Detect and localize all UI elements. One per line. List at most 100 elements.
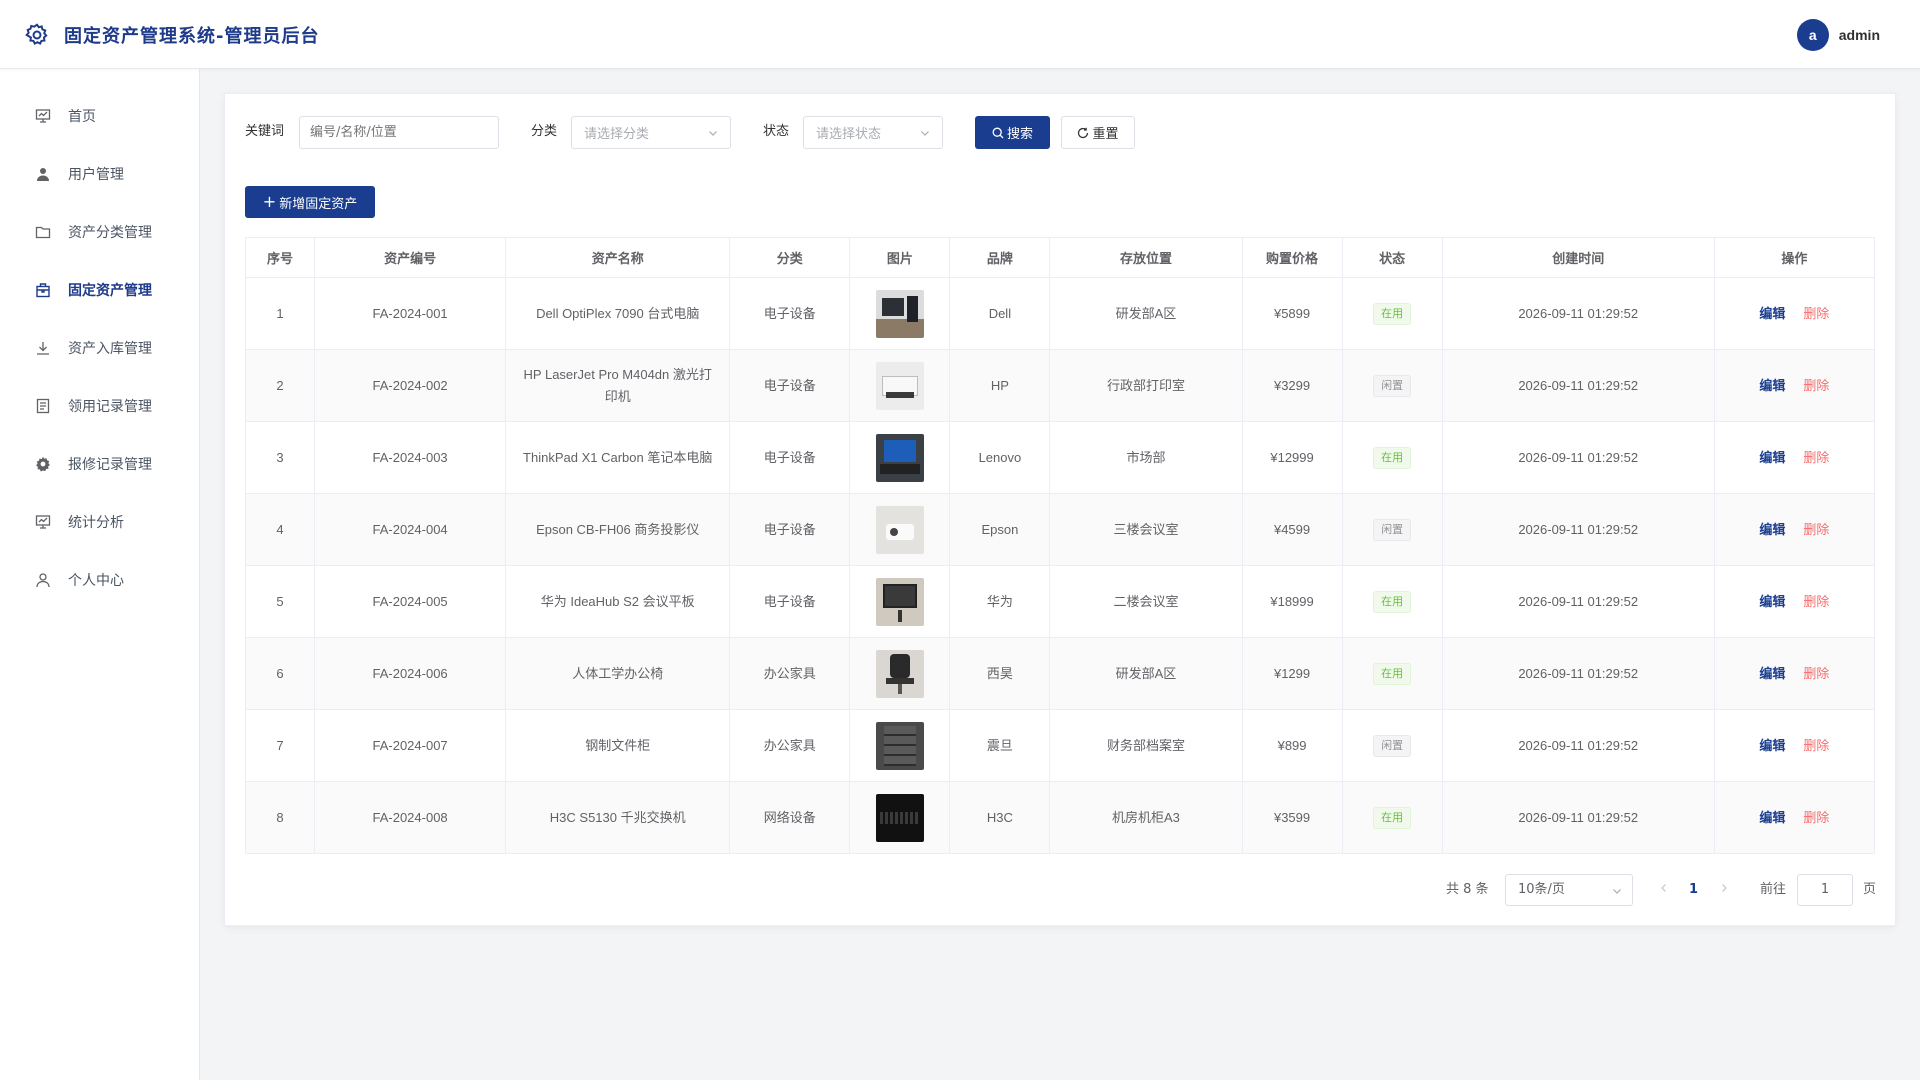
- delete-button[interactable]: 删除: [1803, 522, 1829, 537]
- cell-created: 2026-09-11 01:29:52: [1441, 421, 1715, 494]
- asset-thumbnail-printer[interactable]: [875, 361, 924, 410]
- cell-no: 3: [244, 421, 316, 494]
- plus-icon: +: [262, 192, 277, 211]
- goto-page-input[interactable]: 1: [1797, 874, 1853, 906]
- delete-button[interactable]: 删除: [1803, 666, 1829, 681]
- cell-code: FA-2024-008: [314, 781, 507, 854]
- sidebar-item-home[interactable]: 首页: [0, 87, 199, 145]
- settings-logo-icon: [25, 23, 48, 45]
- cell-actions: 编辑 删除: [1713, 565, 1876, 638]
- column-header: 资产编号: [314, 237, 507, 278]
- status-badge: 闲置: [1373, 519, 1412, 541]
- asset-thumbnail-projector[interactable]: [875, 505, 924, 554]
- sidebar-item-label: 资产分类管理: [68, 225, 152, 241]
- cell-created: 2026-09-11 01:29:52: [1441, 637, 1715, 710]
- edit-button[interactable]: 编辑: [1759, 594, 1785, 609]
- username[interactable]: admin: [1839, 27, 1880, 43]
- search-button[interactable]: 搜索: [975, 116, 1050, 149]
- column-header: 图片: [849, 237, 951, 278]
- column-header: 状态: [1341, 237, 1443, 278]
- goto-label: 前往: [1760, 882, 1787, 897]
- next-page-button[interactable]: [1719, 874, 1729, 906]
- asset-thumbnail-chair[interactable]: [875, 649, 924, 698]
- edit-button[interactable]: 编辑: [1759, 450, 1785, 465]
- delete-button[interactable]: 删除: [1803, 378, 1829, 393]
- cell-actions: 编辑 删除: [1713, 277, 1876, 350]
- asset-thumbnail-laptop[interactable]: [875, 433, 924, 482]
- column-header: 资产名称: [505, 237, 731, 278]
- delete-button[interactable]: 删除: [1803, 450, 1829, 465]
- cell-location: 行政部打印室: [1049, 349, 1243, 422]
- status-select[interactable]: 请选择状态: [803, 116, 943, 149]
- cell-no: 2: [244, 349, 316, 422]
- cell-location: 市场部: [1049, 421, 1243, 494]
- asset-thumbnail-desktop[interactable]: [875, 289, 924, 338]
- status-badge: 在用: [1373, 303, 1412, 325]
- cell-image: [849, 277, 951, 350]
- delete-button[interactable]: 删除: [1803, 810, 1829, 825]
- cell-no: 7: [244, 709, 316, 782]
- sidebar-item-label: 用户管理: [68, 167, 124, 183]
- asset-thumbnail-meeting-board[interactable]: [875, 577, 924, 626]
- cell-name: Dell OptiPlex 7090 台式电脑: [505, 277, 731, 350]
- delete-button[interactable]: 删除: [1803, 306, 1829, 321]
- prev-page-button[interactable]: [1659, 874, 1669, 906]
- cell-actions: 编辑 删除: [1713, 421, 1876, 494]
- edit-button[interactable]: 编辑: [1759, 522, 1785, 537]
- cell-price: ¥899: [1241, 709, 1343, 782]
- cell-price: ¥3599: [1241, 781, 1343, 854]
- cell-price: ¥5899: [1241, 277, 1343, 350]
- cell-created: 2026-09-11 01:29:52: [1441, 565, 1715, 638]
- sidebar-item-fixed-assets[interactable]: 固定资产管理: [0, 261, 199, 319]
- page-size-select[interactable]: 10条/页: [1505, 874, 1633, 906]
- sidebar-item-label: 个人中心: [68, 573, 124, 589]
- category-label: 分类: [531, 124, 558, 139]
- edit-button[interactable]: 编辑: [1759, 666, 1785, 681]
- cell-created: 2026-09-11 01:29:52: [1441, 781, 1715, 854]
- sidebar-item-users[interactable]: 用户管理: [0, 145, 199, 203]
- cell-actions: 编辑 删除: [1713, 349, 1876, 422]
- table-row: 7 FA-2024-007 钢制文件柜 办公家具 震旦 财务部档案室 ¥899 …: [244, 709, 1876, 782]
- cell-status: 闲置: [1341, 709, 1443, 782]
- sidebar-item-inbound[interactable]: 资产入库管理: [0, 319, 199, 377]
- refresh-icon: [1078, 127, 1089, 138]
- sidebar-item-profile[interactable]: 个人中心: [0, 551, 199, 609]
- cell-status: 在用: [1341, 421, 1443, 494]
- avatar[interactable]: a: [1796, 19, 1829, 51]
- cell-name: H3C S5130 千兆交换机: [505, 781, 731, 854]
- edit-button[interactable]: 编辑: [1759, 378, 1785, 393]
- assets-table: 序号 资产编号 资产名称 分类 图片 品牌 存放位置 购置价格 状态 创建时间 …: [244, 237, 1876, 854]
- cell-category: 办公家具: [729, 709, 851, 782]
- category-select[interactable]: 请选择分类: [571, 116, 731, 149]
- reset-button[interactable]: 重置: [1061, 116, 1135, 149]
- asset-thumbnail-switch[interactable]: [875, 793, 924, 842]
- sidebar-item-repairs[interactable]: 报修记录管理: [0, 435, 199, 493]
- sidebar-item-categories[interactable]: 资产分类管理: [0, 203, 199, 261]
- delete-button[interactable]: 删除: [1803, 594, 1829, 609]
- status-badge: 在用: [1373, 591, 1412, 613]
- add-asset-button[interactable]: + 新增固定资产: [245, 186, 375, 218]
- edit-button[interactable]: 编辑: [1759, 810, 1785, 825]
- page-number-current[interactable]: 1: [1689, 874, 1698, 906]
- cell-status: 在用: [1341, 565, 1443, 638]
- sidebar-item-statistics[interactable]: 统计分析: [0, 493, 199, 551]
- cell-price: ¥1299: [1241, 637, 1343, 710]
- sidebar-item-requisitions[interactable]: 领用记录管理: [0, 377, 199, 435]
- column-header: 购置价格: [1241, 237, 1343, 278]
- cell-name: HP LaserJet Pro M404dn 激光打印机: [505, 349, 731, 422]
- keyword-input[interactable]: [299, 116, 499, 149]
- cell-name: ThinkPad X1 Carbon 笔记本电脑: [505, 421, 731, 494]
- delete-button[interactable]: 删除: [1803, 738, 1829, 753]
- table-row: 2 FA-2024-002 HP LaserJet Pro M404dn 激光打…: [244, 349, 1876, 422]
- edit-button[interactable]: 编辑: [1759, 306, 1785, 321]
- cell-location: 研发部A区: [1049, 637, 1243, 710]
- edit-button[interactable]: 编辑: [1759, 738, 1785, 753]
- chevron-right-icon: [1722, 884, 1727, 892]
- cell-category: 网络设备: [729, 781, 851, 854]
- person-icon: [34, 571, 52, 589]
- user-menu[interactable]: a admin: [1796, 19, 1880, 51]
- cell-image: [849, 421, 951, 494]
- cell-no: 5: [244, 565, 316, 638]
- cell-status: 闲置: [1341, 349, 1443, 422]
- asset-thumbnail-cabinet[interactable]: [875, 721, 924, 770]
